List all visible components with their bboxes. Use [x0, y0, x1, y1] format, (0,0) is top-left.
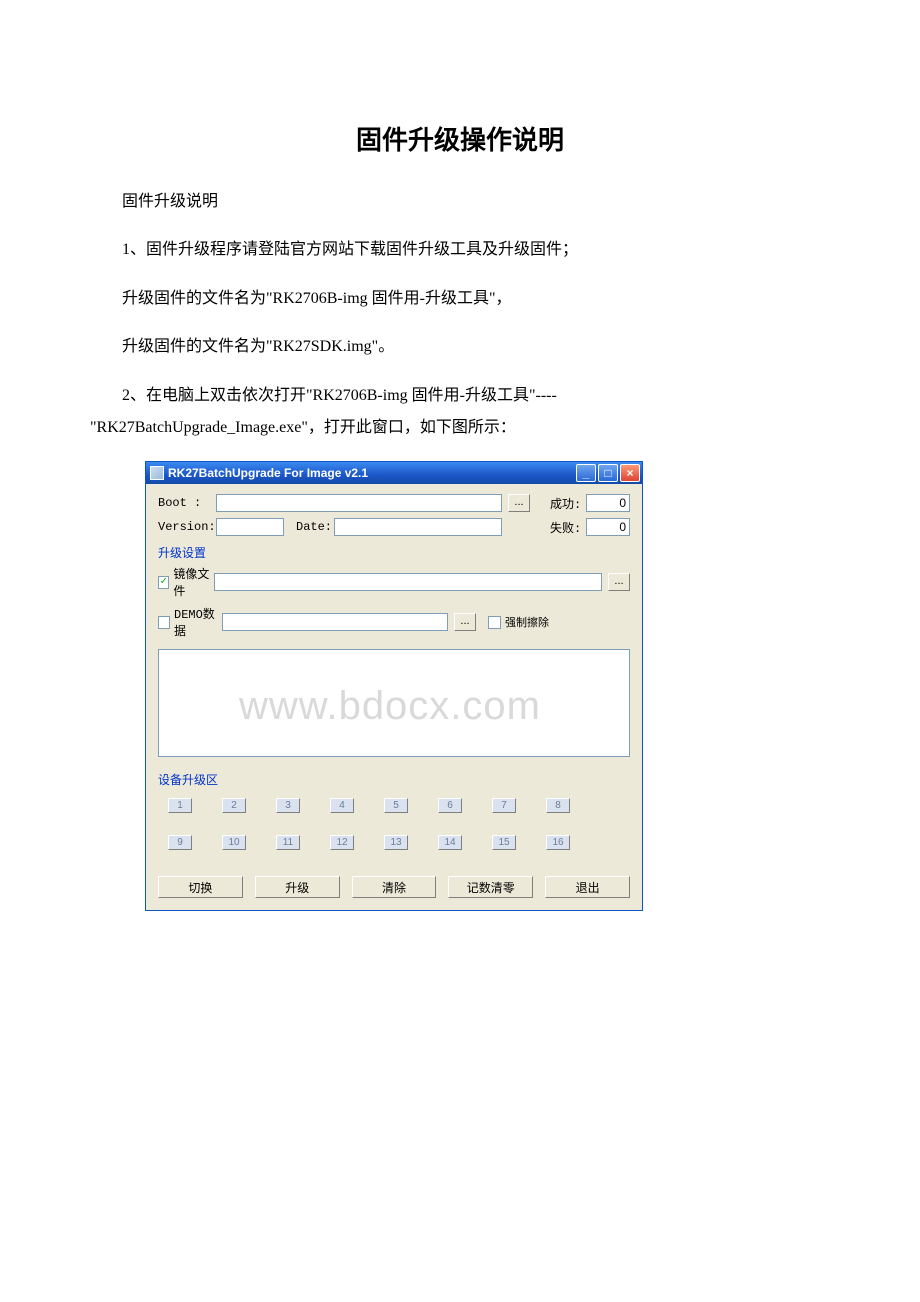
- success-count: 0: [586, 494, 630, 512]
- device-slot-4[interactable]: 4: [330, 798, 354, 813]
- para-4b: "RK27BatchUpgrade_Image.exe"，打开此窗口，如下图所示…: [90, 413, 830, 443]
- device-slot-5[interactable]: 5: [384, 798, 408, 813]
- version-label: Version:: [158, 520, 216, 534]
- demo-data-path[interactable]: [222, 613, 448, 631]
- maximize-button[interactable]: □: [598, 464, 618, 482]
- reset-count-button[interactable]: 记数清零: [448, 876, 533, 898]
- upgrade-settings-label: 升级设置: [158, 544, 630, 561]
- force-erase-label: 强制擦除: [505, 614, 549, 630]
- device-slot-9[interactable]: 9: [168, 835, 192, 850]
- force-erase-checkbox[interactable]: [488, 616, 501, 629]
- date-label: Date:: [296, 520, 334, 534]
- minimize-button[interactable]: _: [576, 464, 596, 482]
- para-3: 升级固件的文件名为"RK27SDK.img"。: [90, 332, 830, 362]
- upgrade-button[interactable]: 升级: [255, 876, 340, 898]
- window-title: RK27BatchUpgrade For Image v2.1: [168, 466, 576, 480]
- device-slot-1[interactable]: 1: [168, 798, 192, 813]
- mirror-file-checkbox[interactable]: [158, 576, 169, 589]
- para-4a: 2、在电脑上双击依次打开"RK2706B-img 固件用-升级工具"----: [90, 381, 830, 411]
- device-slot-13[interactable]: 13: [384, 835, 408, 850]
- titlebar[interactable]: RK27BatchUpgrade For Image v2.1 _ □ ×: [146, 462, 642, 484]
- boot-browse-button[interactable]: ...: [508, 494, 530, 512]
- boot-label: Boot :: [158, 496, 216, 510]
- device-slot-3[interactable]: 3: [276, 798, 300, 813]
- device-slot-2[interactable]: 2: [222, 798, 246, 813]
- app-icon: [150, 466, 164, 480]
- clear-button[interactable]: 清除: [352, 876, 437, 898]
- device-slot-11[interactable]: 11: [276, 835, 300, 850]
- date-field: [334, 518, 502, 536]
- device-slot-15[interactable]: 15: [492, 835, 516, 850]
- demo-data-label: DEMO数据: [174, 605, 222, 639]
- app-window: RK27BatchUpgrade For Image v2.1 _ □ × Bo…: [145, 461, 643, 911]
- device-slot-10[interactable]: 10: [222, 835, 246, 850]
- para-1: 1、固件升级程序请登陆官方网站下载固件升级工具及升级固件；: [90, 235, 830, 265]
- exit-button[interactable]: 退出: [545, 876, 630, 898]
- switch-button[interactable]: 切换: [158, 876, 243, 898]
- para-2: 升级固件的文件名为"RK2706B-img 固件用-升级工具"，: [90, 284, 830, 314]
- demo-browse-button[interactable]: ...: [454, 613, 476, 631]
- device-section-label: 设备升级区: [158, 771, 630, 788]
- mirror-browse-button[interactable]: ...: [608, 573, 630, 591]
- device-slot-12[interactable]: 12: [330, 835, 354, 850]
- intro-line: 固件升级说明: [90, 187, 830, 217]
- device-slot-6[interactable]: 6: [438, 798, 462, 813]
- device-slot-14[interactable]: 14: [438, 835, 462, 850]
- success-label: 成功:: [550, 495, 586, 512]
- device-slot-7[interactable]: 7: [492, 798, 516, 813]
- device-slot-16[interactable]: 16: [546, 835, 570, 850]
- fail-count: 0: [586, 518, 630, 536]
- log-area: www.bdocx.com: [158, 649, 630, 757]
- document-title: 固件升级操作说明: [90, 120, 830, 157]
- mirror-file-label: 镜像文件: [173, 565, 214, 599]
- boot-path-input[interactable]: [216, 494, 502, 512]
- watermark-text: www.bdocx.com: [239, 684, 699, 729]
- demo-data-checkbox[interactable]: [158, 616, 170, 629]
- version-field: [216, 518, 284, 536]
- device-slot-8[interactable]: 8: [546, 798, 570, 813]
- mirror-file-path[interactable]: [214, 573, 602, 591]
- close-button[interactable]: ×: [620, 464, 640, 482]
- fail-label: 失败:: [550, 519, 586, 536]
